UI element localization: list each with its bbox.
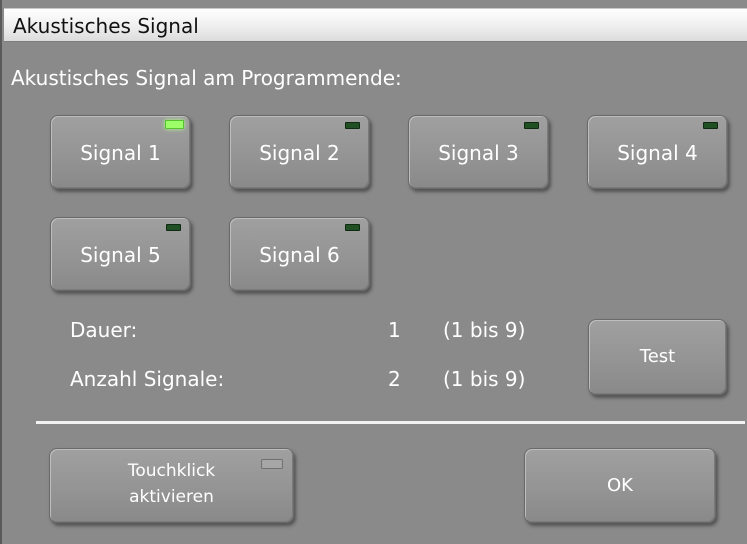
duration-range: (1 bis 9) (443, 318, 526, 342)
duration-label: Dauer: (70, 318, 138, 342)
signal-2-button[interactable]: Signal 2 (229, 115, 370, 189)
section-heading: Akustisches Signal am Programmende: (11, 66, 402, 90)
ok-button[interactable]: OK (524, 448, 716, 523)
duration-value: 1 (388, 318, 401, 342)
signal-3-button[interactable]: Signal 3 (408, 115, 549, 189)
signal-1-label: Signal 1 (80, 141, 161, 165)
signal-count-value: 2 (388, 367, 401, 391)
touchklick-label-line1: Touchklick (127, 461, 216, 481)
test-button[interactable]: Test (588, 319, 727, 395)
ok-button-label: OK (607, 475, 633, 496)
signal-4-button[interactable]: Signal 4 (587, 115, 728, 189)
divider (36, 421, 745, 424)
signal-5-button[interactable]: Signal 5 (50, 217, 191, 291)
window-title: Akustisches Signal (13, 14, 199, 38)
signal-2-label: Signal 2 (259, 141, 340, 165)
test-button-label: Test (639, 346, 676, 367)
dialog-window: Akustisches Signal Akustisches Signal am… (0, 0, 747, 544)
signal-count-label: Anzahl Signale: (70, 367, 225, 391)
touchklick-label-line2: aktivieren (129, 487, 214, 507)
signal-count-range: (1 bis 9) (443, 367, 526, 391)
signal-6-label: Signal 6 (259, 243, 340, 267)
touchklick-toggle-button[interactable]: Touchklick aktivieren (49, 448, 294, 523)
title-bar: Akustisches Signal (4, 8, 747, 42)
signal-3-label: Signal 3 (438, 141, 519, 165)
signal-4-label: Signal 4 (617, 141, 698, 165)
signal-6-button[interactable]: Signal 6 (229, 217, 370, 291)
signal-1-button[interactable]: Signal 1 (50, 115, 191, 189)
signal-5-label: Signal 5 (80, 243, 161, 267)
